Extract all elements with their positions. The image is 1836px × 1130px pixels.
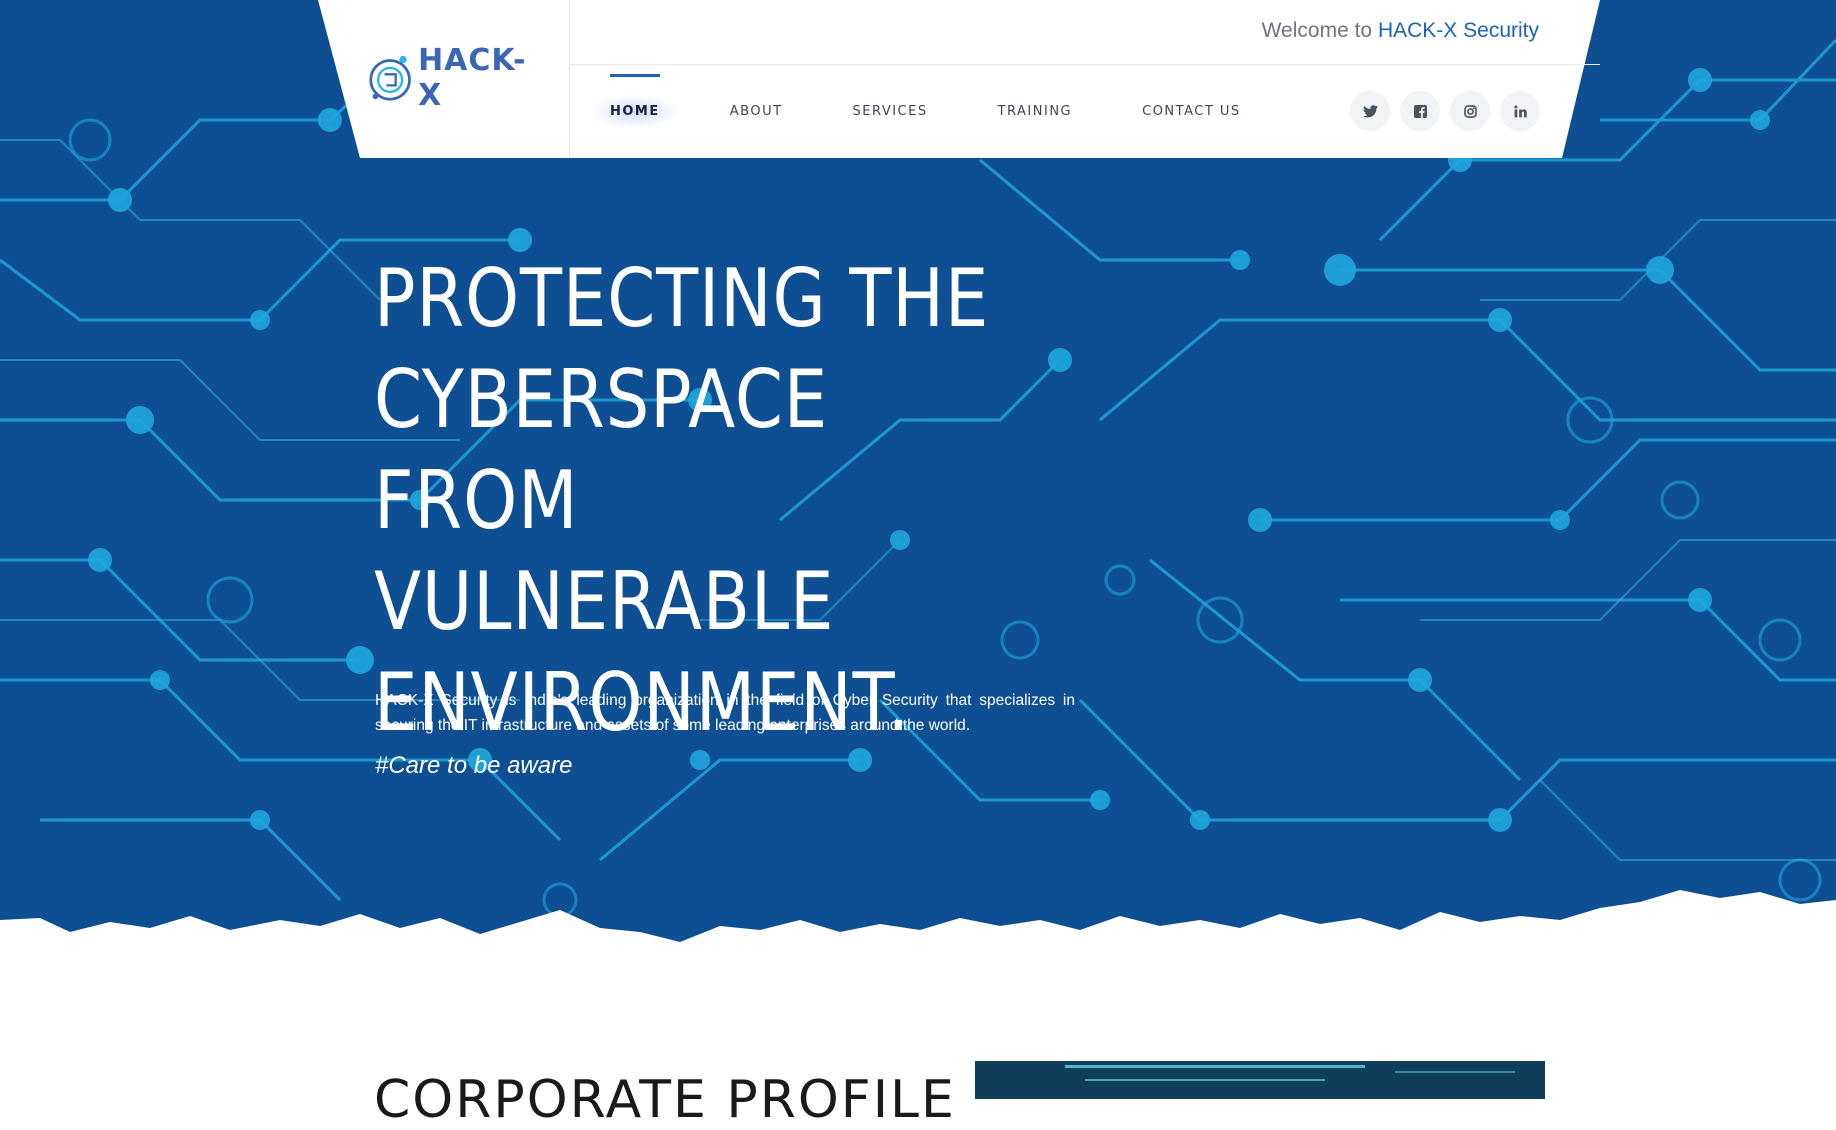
nav-contact-us[interactable]: CONTACT US [1122,94,1261,129]
hero-description: HACK-X Security is India's leading organ… [375,692,1075,734]
nav-home[interactable]: HOME [590,74,680,129]
logo-icon [369,55,411,101]
instagram-icon [1463,104,1477,118]
torn-paper-edge [0,890,1836,960]
social-links [1350,91,1540,131]
hero-title: PROTECTING THE CYBERSPACE FROM VULNERABL… [374,252,990,749]
logo[interactable]: HACK-X [368,43,538,113]
instagram-link[interactable] [1450,91,1490,131]
nav-services[interactable]: SERVICES [833,94,948,129]
logo-text: HACK-X [418,43,527,113]
facebook-link[interactable] [1400,91,1440,131]
server-room-image [975,1061,1545,1099]
welcome-prefix: Welcome to [1261,19,1373,42]
facebook-icon [1413,104,1427,118]
corporate-profile-image [975,1061,1545,1099]
twitter-link[interactable] [1350,91,1390,131]
welcome-text: Welcome to HACK-X Security [1262,19,1539,43]
section-title: CORPORATE PROFILE [374,1070,956,1130]
twitter-icon [1362,104,1378,117]
nav-about[interactable]: ABOUT [710,94,803,129]
welcome-brand: HACK-X Security [1377,19,1539,42]
linkedin-icon [1513,104,1527,117]
hero-tagline: #Care to be aware [375,752,573,779]
logo-divider [569,0,570,158]
linkedin-link[interactable] [1500,91,1540,131]
nav-training[interactable]: TRAINING [978,94,1093,129]
main-nav: HOME ABOUT SERVICES TRAINING CONTACT US [590,65,1311,158]
